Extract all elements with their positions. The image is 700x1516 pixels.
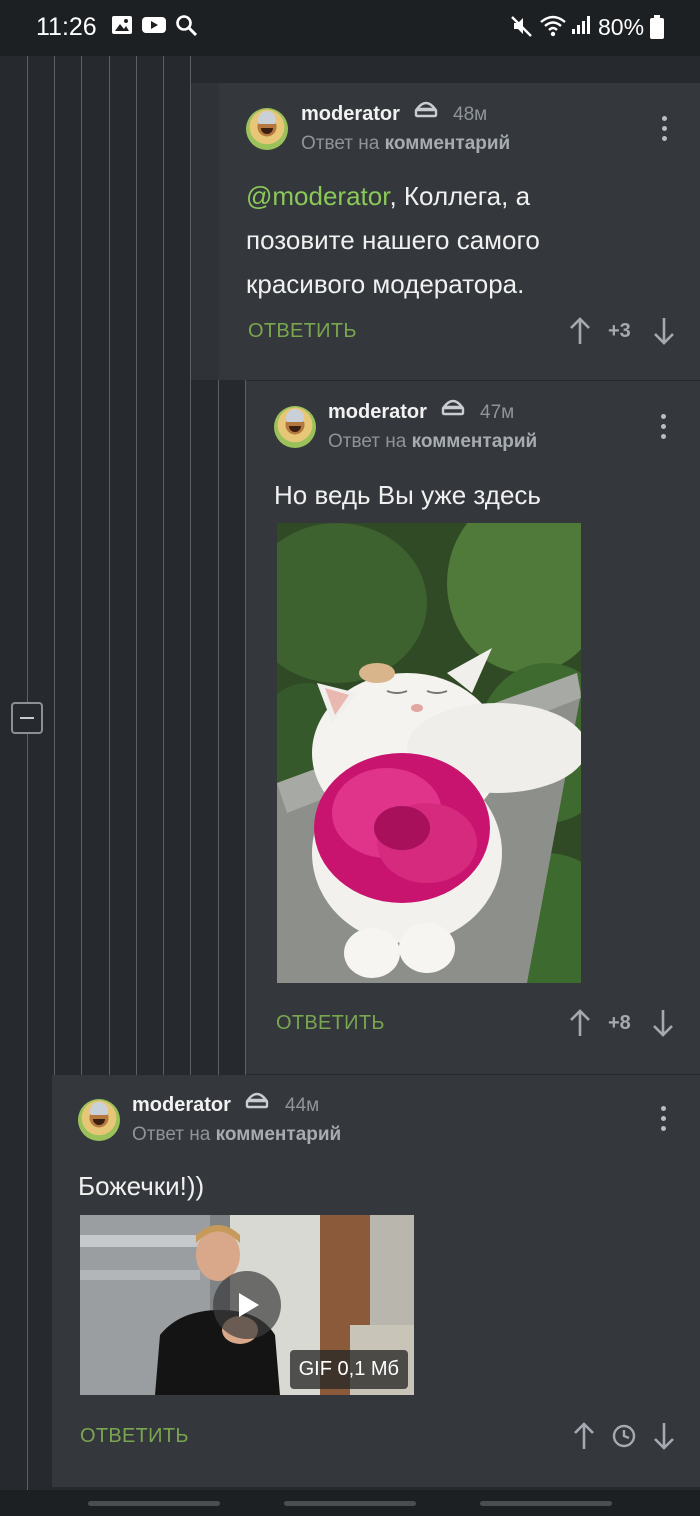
play-button[interactable]: [213, 1271, 281, 1339]
reply-button[interactable]: ОТВЕТИТЬ: [276, 1012, 385, 1035]
comment-card: moderator 48м Ответ на комментарий @mode…: [219, 83, 700, 380]
mute-icon: [511, 16, 532, 37]
upvote-arrow-icon[interactable]: [572, 1421, 596, 1451]
thread-line: [163, 56, 164, 1076]
rating-value: +8: [608, 1012, 631, 1034]
more-options-icon[interactable]: [661, 1106, 667, 1132]
nav-home-button[interactable]: [284, 1501, 416, 1506]
system-nav-bar: [0, 1490, 700, 1516]
wifi-icon: [540, 15, 566, 37]
comment-text: Божечки!)): [78, 1171, 205, 1201]
youtube-icon: [142, 17, 166, 33]
gif-size-badge: GIF 0,1 Мб: [289, 1350, 408, 1389]
reply-to-link[interactable]: комментарий: [385, 133, 511, 154]
thread-line: [54, 56, 55, 1076]
nav-back-button[interactable]: [480, 1501, 612, 1506]
more-options-icon[interactable]: [662, 116, 668, 142]
upvote-arrow-icon[interactable]: [568, 316, 592, 346]
mention-link[interactable]: @moderator: [246, 181, 389, 211]
avatar[interactable]: [274, 406, 316, 448]
reply-to-link[interactable]: комментарий: [412, 431, 538, 452]
comment-time: 48м: [453, 104, 488, 125]
reply-to-label: Ответ на комментарий: [301, 133, 511, 154]
comment-image[interactable]: [277, 523, 581, 983]
gallery-icon: [112, 16, 132, 34]
cat-with-flower-photo: [277, 523, 581, 983]
username[interactable]: moderator: [328, 401, 427, 424]
reply-to-link[interactable]: комментарий: [216, 1124, 342, 1145]
comment-text: @moderator, Коллега, а позовите нашего с…: [246, 181, 540, 299]
battery-icon: [650, 15, 664, 39]
downvote-arrow-icon[interactable]: [651, 1008, 675, 1038]
reply-to-label: Ответ на комментарий: [328, 431, 538, 452]
reply-button[interactable]: ОТВЕТИТЬ: [248, 320, 357, 343]
status-time: 11:26: [36, 13, 97, 41]
upvote-arrow-icon[interactable]: [568, 1008, 592, 1038]
signal-icon: [572, 16, 590, 34]
thread-line: [81, 56, 82, 1076]
thread-line: [136, 56, 137, 1076]
moderator-badge-icon: [245, 1092, 269, 1109]
comment-time: 44м: [285, 1095, 320, 1116]
downvote-arrow-icon[interactable]: [652, 1421, 676, 1451]
reply-to-label: Ответ на комментарий: [132, 1124, 342, 1145]
downvote-arrow-icon[interactable]: [652, 316, 676, 346]
comment-time: 47м: [480, 402, 515, 423]
gif-thumbnail[interactable]: GIF 0,1 Мб: [80, 1215, 414, 1395]
thread-line: [218, 380, 219, 1076]
moderator-badge-icon: [414, 101, 438, 118]
status-bar: 11:26 80%: [0, 0, 700, 56]
comment-text: Но ведь Вы уже здесь: [274, 480, 541, 510]
avatar[interactable]: [78, 1099, 120, 1141]
thread-line: [27, 56, 28, 1490]
nav-recents-button[interactable]: [88, 1501, 220, 1506]
search-icon: [176, 15, 198, 37]
avatar[interactable]: [246, 108, 288, 150]
thread-line: [109, 56, 110, 1076]
clock-icon: [612, 1424, 636, 1448]
rating-value: +3: [608, 320, 631, 342]
username[interactable]: moderator: [301, 103, 400, 126]
more-options-icon[interactable]: [661, 414, 667, 440]
username[interactable]: moderator: [132, 1094, 231, 1117]
reply-button[interactable]: ОТВЕТИТЬ: [80, 1425, 189, 1448]
collapse-thread-button[interactable]: [11, 702, 43, 734]
battery-percent: 80%: [598, 14, 645, 40]
moderator-badge-icon: [441, 399, 465, 416]
